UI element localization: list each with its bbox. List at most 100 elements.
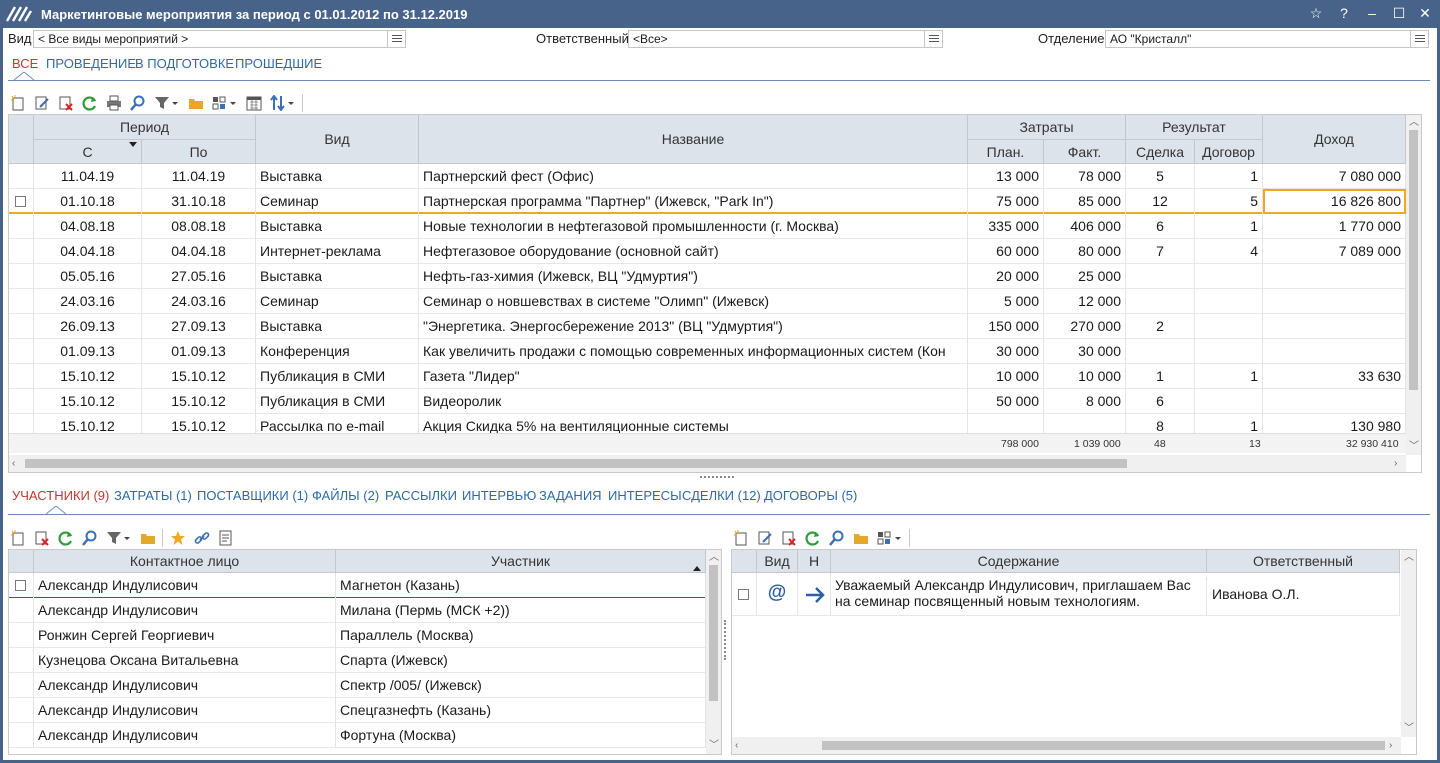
scroll-down-icon[interactable]: ﹀ bbox=[1409, 442, 1419, 452]
row-selector[interactable] bbox=[9, 214, 34, 239]
view-mode-icon[interactable] bbox=[212, 95, 240, 111]
responsible-filter-menu-icon[interactable] bbox=[924, 31, 942, 47]
tab-deals[interactable]: СДЕЛКИ (12) bbox=[682, 488, 761, 503]
table-row[interactable]: 04.08.18 08.08.18 Выставка Новые технологии… bbox=[9, 214, 1406, 239]
row-selector[interactable] bbox=[9, 598, 34, 623]
row-selector[interactable] bbox=[9, 364, 34, 389]
scroll-left-icon[interactable]: ‹ bbox=[12, 459, 15, 469]
col-income-header[interactable]: Доход bbox=[1263, 115, 1406, 164]
new-message-icon[interactable] bbox=[733, 530, 749, 546]
print-icon[interactable] bbox=[106, 95, 122, 111]
participant-row[interactable]: Александр Индулисович Фортуна (Москва) bbox=[9, 723, 706, 748]
tab-participants[interactable]: УЧАСТНИКИ (9) bbox=[12, 488, 109, 503]
col-msg-content-header[interactable]: Содержание bbox=[831, 550, 1207, 573]
message-row[interactable]: @ Уважаемый Александр Индулисович, пригл… bbox=[732, 573, 1400, 616]
col-msg-direction-header[interactable]: Н bbox=[798, 550, 831, 573]
main-vscroll-thumb[interactable] bbox=[1409, 130, 1418, 390]
col-participant-header[interactable]: Участник bbox=[336, 550, 706, 573]
filter-icon[interactable] bbox=[154, 95, 180, 111]
participant-row[interactable]: Александр Индулисович Магнетон (Казань) bbox=[9, 573, 706, 598]
folder-icon[interactable] bbox=[188, 95, 204, 111]
row-selector[interactable] bbox=[9, 573, 34, 598]
vertical-splitter-handle[interactable] bbox=[724, 620, 727, 660]
table-row[interactable]: 04.04.18 04.04.18 Интернет-реклама Нефтегаз… bbox=[9, 239, 1406, 264]
delete-participant-icon[interactable] bbox=[34, 530, 50, 546]
scroll-left-icon[interactable]: ‹ bbox=[735, 741, 738, 751]
refresh-icon[interactable] bbox=[82, 95, 98, 111]
tab-in-preparation[interactable]: В ПОДГОТОВКЕ bbox=[135, 56, 234, 71]
col-contract-header[interactable]: Договор bbox=[1195, 140, 1263, 164]
row-selector[interactable] bbox=[9, 673, 34, 698]
edit-icon[interactable] bbox=[34, 95, 50, 111]
row-checkbox[interactable] bbox=[15, 580, 26, 591]
col-plan-header[interactable]: План. bbox=[968, 140, 1044, 164]
delete-icon[interactable] bbox=[58, 95, 74, 111]
search-icon[interactable] bbox=[130, 95, 146, 111]
col-type-header[interactable]: Вид bbox=[256, 115, 419, 164]
col-msg-responsible-header[interactable]: Ответственный bbox=[1207, 550, 1400, 573]
close-button[interactable]: ✕ bbox=[1415, 4, 1435, 24]
scroll-down-icon[interactable]: ﹀ bbox=[1404, 724, 1414, 734]
calendar-icon[interactable] bbox=[246, 95, 262, 111]
row-selector[interactable] bbox=[9, 648, 34, 673]
new-icon[interactable] bbox=[10, 95, 26, 111]
messages-vertical-scrollbar[interactable]: ︿ ﹀ bbox=[1401, 550, 1416, 737]
messages-hscroll-thumb[interactable] bbox=[822, 741, 1385, 750]
scroll-right-icon[interactable]: › bbox=[1389, 741, 1392, 751]
main-vertical-scrollbar[interactable]: ︿ ﹀ bbox=[1406, 115, 1421, 455]
col-msg-type-header[interactable]: Вид bbox=[757, 550, 798, 573]
filter-participants-icon[interactable] bbox=[106, 530, 132, 546]
tab-all[interactable]: ВСЕ bbox=[12, 56, 38, 71]
row-selector[interactable] bbox=[9, 623, 34, 648]
table-row[interactable]: 24.03.16 24.03.16 Семинар Семинар о новшевс… bbox=[9, 289, 1406, 314]
tab-interviews[interactable]: ИНТЕРВЬЮ bbox=[462, 488, 536, 503]
search-participants-icon[interactable] bbox=[82, 530, 98, 546]
col-to-header[interactable]: По bbox=[142, 140, 256, 164]
type-filter-select[interactable]: < Все виды мероприятий > bbox=[33, 30, 406, 48]
participant-row[interactable]: Александр Индулисович Спектр /005/ (Ижевс… bbox=[9, 673, 706, 698]
tab-suppliers[interactable]: ПОСТАВЩИКИ (1) bbox=[197, 488, 308, 503]
table-row[interactable]: 01.10.18 31.10.18 Семинар Партнерская прогр… bbox=[9, 189, 1406, 214]
tab-costs[interactable]: ЗАТРАТЫ (1) bbox=[114, 488, 192, 503]
table-row[interactable]: 26.09.13 27.09.13 Выставка "Энергетика. Эне… bbox=[9, 314, 1406, 339]
col-deal-header[interactable]: Сделка bbox=[1126, 140, 1195, 164]
favorite-icon[interactable]: ☆ bbox=[1306, 4, 1326, 24]
participant-row[interactable]: Кузнецова Оксана Витальевна Спарта (Ижевс… bbox=[9, 648, 706, 673]
scroll-up-icon[interactable]: ︿ bbox=[709, 553, 719, 563]
row-selector[interactable] bbox=[9, 314, 34, 339]
tab-past[interactable]: ПРОШЕДШИЕ bbox=[235, 56, 322, 71]
new-participant-icon[interactable] bbox=[10, 530, 26, 546]
row-selector[interactable] bbox=[9, 389, 34, 414]
help-button[interactable]: ? bbox=[1334, 4, 1354, 24]
sort-icon[interactable] bbox=[270, 95, 296, 111]
scroll-up-icon[interactable]: ︿ bbox=[1404, 553, 1414, 563]
col-contact-header[interactable]: Контактное лицо bbox=[34, 550, 336, 573]
tab-tasks[interactable]: ЗАДАНИЯ bbox=[539, 488, 602, 503]
maximize-button[interactable]: ☐ bbox=[1389, 4, 1409, 24]
search-messages-icon[interactable] bbox=[829, 530, 845, 546]
edit-message-icon[interactable] bbox=[757, 530, 773, 546]
type-filter-menu-icon[interactable] bbox=[387, 31, 405, 47]
department-filter-select[interactable]: АО "Кристалл" bbox=[1105, 30, 1429, 48]
row-selector[interactable] bbox=[9, 289, 34, 314]
report-icon[interactable] bbox=[218, 530, 234, 546]
delete-message-icon[interactable] bbox=[781, 530, 797, 546]
folder-messages-icon[interactable] bbox=[853, 530, 869, 546]
department-filter-menu-icon[interactable] bbox=[1410, 31, 1428, 47]
tab-contracts[interactable]: ДОГОВОРЫ (5) bbox=[764, 488, 857, 503]
tab-files[interactable]: ФАЙЛЫ (2) bbox=[312, 488, 379, 503]
refresh-messages-icon[interactable] bbox=[805, 530, 821, 546]
tab-in-progress[interactable]: ПРОВЕДЕНИЕ bbox=[46, 56, 136, 71]
message-row-selector[interactable] bbox=[732, 573, 757, 616]
main-horizontal-scrollbar[interactable]: ‹ › bbox=[9, 455, 1406, 472]
main-hscroll-thumb[interactable] bbox=[25, 459, 1127, 468]
col-from-header[interactable]: С bbox=[34, 140, 142, 164]
star-icon[interactable] bbox=[170, 530, 186, 546]
tab-interests[interactable]: ИНТЕРЕСЫ bbox=[608, 488, 682, 503]
scroll-right-icon[interactable]: › bbox=[1394, 459, 1397, 469]
participants-vscroll-thumb[interactable] bbox=[709, 565, 718, 701]
table-row[interactable]: 15.10.12 15.10.12 Публикация в СМИ Газета "… bbox=[9, 364, 1406, 389]
scroll-down-icon[interactable]: ﹀ bbox=[709, 741, 719, 751]
col-name-header[interactable]: Название bbox=[419, 115, 968, 164]
splitter-handle[interactable] bbox=[700, 476, 734, 479]
